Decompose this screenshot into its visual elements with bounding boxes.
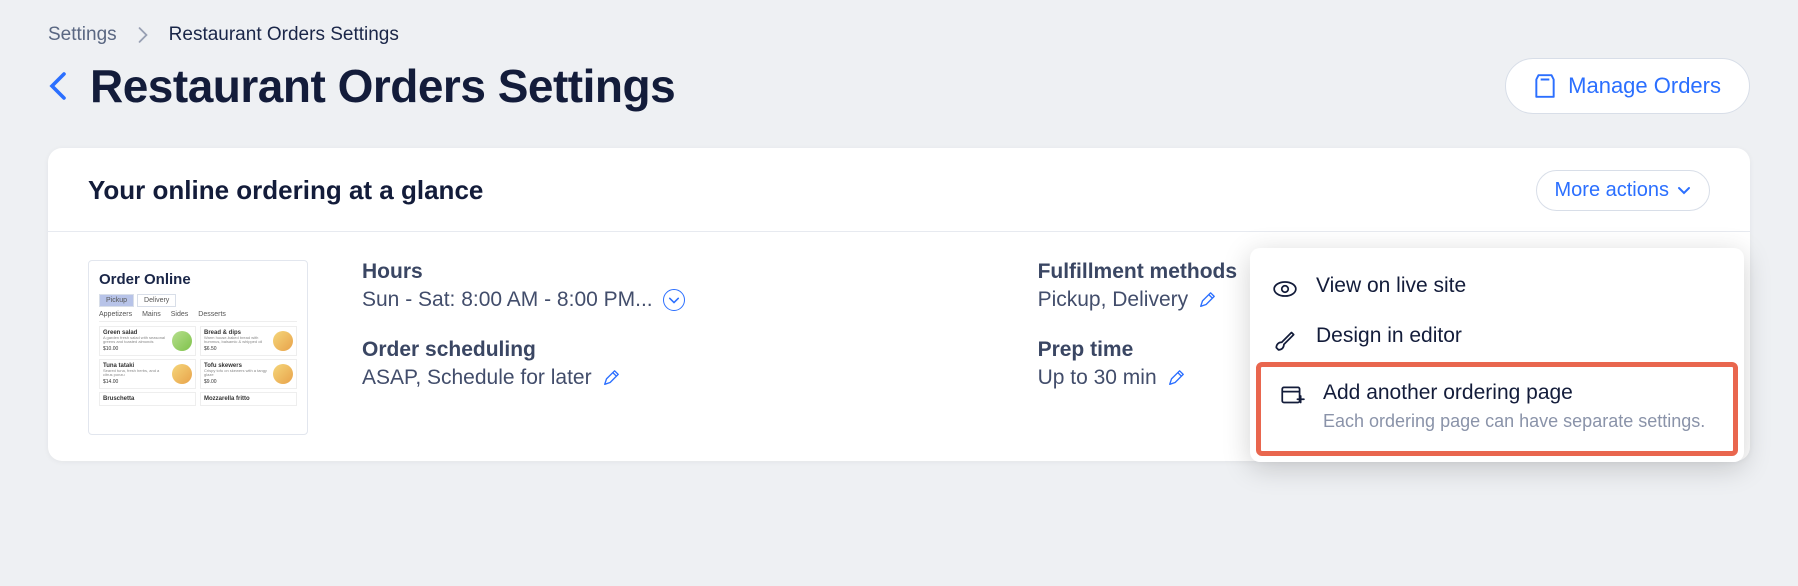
more-actions-menu: View on live site Design in editor Add a…: [1250, 248, 1744, 462]
edit-fulfillment-icon[interactable]: [1198, 291, 1216, 309]
menu-item-label: Design in editor: [1316, 324, 1718, 348]
chevron-right-icon: [137, 27, 149, 43]
preview-cat: Sides: [171, 311, 189, 318]
card-title: Your online ordering at a glance: [88, 175, 483, 206]
menu-item-subtitle: Each ordering page can have separate set…: [1323, 409, 1713, 433]
preview-dish: Bread & dipsWarm house-baked bread with …: [200, 326, 297, 356]
fulfillment-value: Pickup, Delivery: [1038, 288, 1189, 312]
menu-item-highlight: Add another ordering page Each ordering …: [1256, 362, 1738, 456]
breadcrumb-parent[interactable]: Settings: [48, 24, 117, 46]
preview-cat: Desserts: [198, 311, 226, 318]
back-icon[interactable]: [48, 71, 68, 101]
hours-value: Sun - Sat: 8:00 AM - 8:00 PM...: [362, 288, 653, 312]
menu-item-label: View on live site: [1316, 274, 1718, 298]
ordering-page-preview[interactable]: Order Online Pickup Delivery Appetizers …: [88, 260, 308, 435]
menu-item-view-live[interactable]: View on live site: [1250, 262, 1744, 312]
brush-icon: [1272, 324, 1298, 350]
preview-tab-pickup: Pickup: [99, 294, 134, 307]
page-title: Restaurant Orders Settings: [90, 59, 675, 113]
breadcrumb: Settings Restaurant Orders Settings: [48, 24, 1750, 46]
edit-scheduling-icon[interactable]: [602, 369, 620, 387]
page-header: Restaurant Orders Settings Manage Orders: [48, 58, 1750, 114]
hours-label: Hours: [362, 260, 685, 284]
fulfillment-label: Fulfillment methods: [1038, 260, 1238, 284]
menu-item-design-editor[interactable]: Design in editor: [1250, 312, 1744, 362]
chevron-down-icon: [1677, 186, 1691, 196]
breadcrumb-current: Restaurant Orders Settings: [169, 24, 399, 46]
expand-hours-icon[interactable]: [663, 289, 685, 311]
preview-title: Order Online: [99, 271, 297, 288]
edit-prep-icon[interactable]: [1167, 369, 1185, 387]
preview-dish: Tuna tatakiSeared tuna, fresh herbs, and…: [99, 359, 196, 389]
preview-cat: Mains: [142, 311, 161, 318]
prep-label: Prep time: [1038, 338, 1238, 362]
scheduling-label: Order scheduling: [362, 338, 685, 362]
manage-orders-button[interactable]: Manage Orders: [1505, 58, 1750, 114]
prep-value: Up to 30 min: [1038, 366, 1157, 390]
manage-orders-label: Manage Orders: [1568, 73, 1721, 99]
preview-dish: Tofu skewersCrispy tofu on skewers with …: [200, 359, 297, 389]
menu-item-label: Add another ordering page: [1323, 381, 1713, 405]
preview-dish: Mozzarella fritto: [200, 392, 297, 406]
menu-item-add-page[interactable]: Add another ordering page Each ordering …: [1275, 377, 1717, 437]
page-add-icon: [1279, 381, 1305, 407]
more-actions-button[interactable]: More actions: [1536, 170, 1711, 211]
preview-tab-delivery: Delivery: [137, 294, 176, 307]
preview-dish: Bruschetta: [99, 392, 196, 406]
eye-icon: [1272, 274, 1298, 300]
receipt-icon: [1534, 73, 1556, 99]
preview-cat: Appetizers: [99, 311, 132, 318]
more-actions-label: More actions: [1555, 179, 1670, 202]
scheduling-value: ASAP, Schedule for later: [362, 366, 592, 390]
preview-dish: Green saladA garden fresh salad with sea…: [99, 326, 196, 356]
